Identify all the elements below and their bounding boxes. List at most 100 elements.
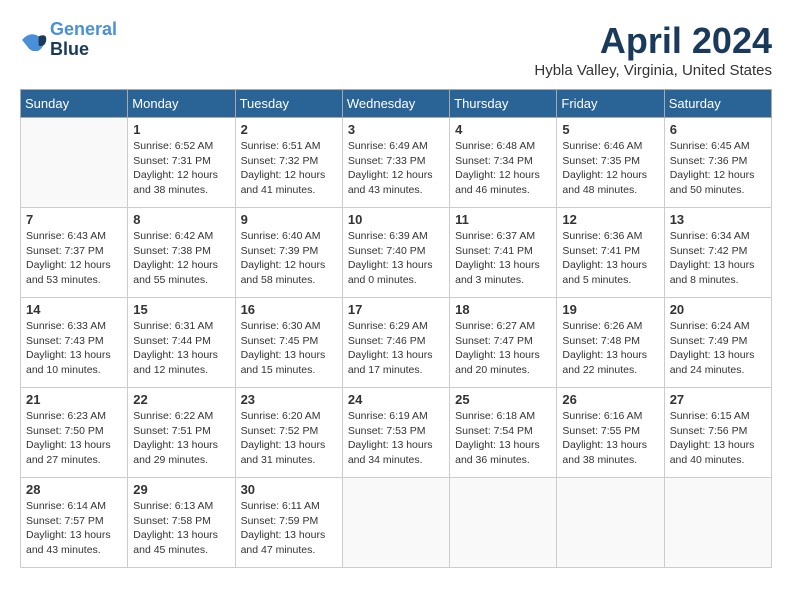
day-info: Sunrise: 6:37 AM Sunset: 7:41 PM Dayligh… (455, 229, 551, 288)
calendar-cell: 24 Sunrise: 6:19 AM Sunset: 7:53 PM Dayli… (342, 388, 449, 478)
day-number: 21 (26, 392, 122, 407)
logo-text: GeneralBlue (50, 20, 117, 60)
calendar-cell: 18 Sunrise: 6:27 AM Sunset: 7:47 PM Dayli… (450, 298, 557, 388)
day-number: 23 (241, 392, 337, 407)
day-header-saturday: Saturday (664, 90, 771, 118)
day-number: 11 (455, 212, 551, 227)
day-number: 29 (133, 482, 229, 497)
day-info: Sunrise: 6:52 AM Sunset: 7:31 PM Dayligh… (133, 139, 229, 198)
day-number: 6 (670, 122, 766, 137)
calendar-cell: 16Sunrise: 6:30 AM Sunset: 7:45 PM Dayli… (235, 298, 342, 388)
month-title: April 2024 (534, 20, 772, 62)
calendar-cell: 6Sunrise: 6:45 AM Sunset: 7:36 PM Daylig… (664, 118, 771, 208)
day-info: Sunrise: 6:39 AM Sunset: 7:40 PM Dayligh… (348, 229, 444, 288)
day-number: 22 (133, 392, 229, 407)
day-number: 8 (133, 212, 229, 227)
day-number: 25 (455, 392, 551, 407)
day-number: 19 (562, 302, 658, 317)
calendar-cell: 14 Sunrise: 6:33 AM Sunset: 7:43 PM Dayli… (21, 298, 128, 388)
day-info: Sunrise: 6:18 AM Sunset: 7:54 PM Dayligh… (455, 409, 551, 468)
day-info: Sunrise: 6:22 AM Sunset: 7:51 PM Dayligh… (133, 409, 229, 468)
location-title: Hybla Valley, Virginia, United States (534, 62, 772, 79)
day-header-wednesday: Wednesday (342, 90, 449, 118)
day-info: Sunrise: 6:11 AM Sunset: 7:59 PM Dayligh… (241, 499, 337, 558)
day-number: 15 (133, 302, 229, 317)
day-number: 20 (670, 302, 766, 317)
calendar-cell: 25 Sunrise: 6:18 AM Sunset: 7:54 PM Dayli… (450, 388, 557, 478)
calendar-cell: 17Sunrise: 6:29 AM Sunset: 7:46 PM Dayli… (342, 298, 449, 388)
calendar-cell (342, 478, 449, 568)
day-number: 16 (241, 302, 337, 317)
calendar-cell: 3 Sunrise: 6:49 AM Sunset: 7:33 PM Daylig… (342, 118, 449, 208)
logo: GeneralBlue (20, 20, 117, 60)
day-number: 13 (670, 212, 766, 227)
day-info: Sunrise: 6:31 AM Sunset: 7:44 PM Dayligh… (133, 319, 229, 378)
day-number: 24 (348, 392, 444, 407)
calendar-cell: 13 Sunrise: 6:34 AM Sunset: 7:42 PM Dayli… (664, 208, 771, 298)
calendar-cell: 7 Sunrise: 6:43 AM Sunset: 7:37 PM Daylig… (21, 208, 128, 298)
day-info: Sunrise: 6:40 AM Sunset: 7:39 PM Dayligh… (241, 229, 337, 288)
day-info: Sunrise: 6:16 AM Sunset: 7:55 PM Dayligh… (562, 409, 658, 468)
day-info: Sunrise: 6:49 AM Sunset: 7:33 PM Dayligh… (348, 139, 444, 198)
calendar-cell: 21 Sunrise: 6:23 AM Sunset: 7:50 PM Dayli… (21, 388, 128, 478)
day-number: 27 (670, 392, 766, 407)
calendar-cell: 11 Sunrise: 6:37 AM Sunset: 7:41 PM Dayli… (450, 208, 557, 298)
day-info: Sunrise: 6:33 AM Sunset: 7:43 PM Dayligh… (26, 319, 122, 378)
day-info: Sunrise: 6:36 AM Sunset: 7:41 PM Dayligh… (562, 229, 658, 288)
day-number: 17 (348, 302, 444, 317)
day-number: 9 (241, 212, 337, 227)
day-info: Sunrise: 6:34 AM Sunset: 7:42 PM Dayligh… (670, 229, 766, 288)
calendar-cell: 8 Sunrise: 6:42 AM Sunset: 7:38 PM Daylig… (128, 208, 235, 298)
day-number: 14 (26, 302, 122, 317)
day-header-friday: Friday (557, 90, 664, 118)
day-info: Sunrise: 6:13 AM Sunset: 7:58 PM Dayligh… (133, 499, 229, 558)
calendar-cell: 28 Sunrise: 6:14 AM Sunset: 7:57 PM Dayli… (21, 478, 128, 568)
calendar-cell (664, 478, 771, 568)
logo-icon (20, 29, 48, 51)
day-header-thursday: Thursday (450, 90, 557, 118)
day-info: Sunrise: 6:27 AM Sunset: 7:47 PM Dayligh… (455, 319, 551, 378)
day-info: Sunrise: 6:20 AM Sunset: 7:52 PM Dayligh… (241, 409, 337, 468)
calendar-cell: 2Sunrise: 6:51 AM Sunset: 7:32 PM Daylig… (235, 118, 342, 208)
calendar-cell: 5 Sunrise: 6:46 AM Sunset: 7:35 PM Daylig… (557, 118, 664, 208)
calendar-cell: 22 Sunrise: 6:22 AM Sunset: 7:51 PM Dayli… (128, 388, 235, 478)
day-info: Sunrise: 6:19 AM Sunset: 7:53 PM Dayligh… (348, 409, 444, 468)
day-info: Sunrise: 6:15 AM Sunset: 7:56 PM Dayligh… (670, 409, 766, 468)
day-number: 5 (562, 122, 658, 137)
day-number: 28 (26, 482, 122, 497)
calendar-cell: 15 Sunrise: 6:31 AM Sunset: 7:44 PM Dayli… (128, 298, 235, 388)
calendar-cell: 19 Sunrise: 6:26 AM Sunset: 7:48 PM Dayli… (557, 298, 664, 388)
day-info: Sunrise: 6:14 AM Sunset: 7:57 PM Dayligh… (26, 499, 122, 558)
calendar-cell: 27 Sunrise: 6:15 AM Sunset: 7:56 PM Dayli… (664, 388, 771, 478)
day-number: 10 (348, 212, 444, 227)
day-number: 30 (241, 482, 337, 497)
calendar-cell: 23 Sunrise: 6:20 AM Sunset: 7:52 PM Dayli… (235, 388, 342, 478)
day-header-sunday: Sunday (21, 90, 128, 118)
day-info: Sunrise: 6:43 AM Sunset: 7:37 PM Dayligh… (26, 229, 122, 288)
day-info: Sunrise: 6:42 AM Sunset: 7:38 PM Dayligh… (133, 229, 229, 288)
day-info: Sunrise: 6:23 AM Sunset: 7:50 PM Dayligh… (26, 409, 122, 468)
day-number: 7 (26, 212, 122, 227)
calendar-cell: 1 Sunrise: 6:52 AM Sunset: 7:31 PM Daylig… (128, 118, 235, 208)
calendar-cell: 29 Sunrise: 6:13 AM Sunset: 7:58 PM Dayli… (128, 478, 235, 568)
calendar-cell: 20Sunrise: 6:24 AM Sunset: 7:49 PM Dayli… (664, 298, 771, 388)
page-header: GeneralBlue April 2024 Hybla Valley, Vir… (20, 20, 772, 79)
title-block: April 2024 Hybla Valley, Virginia, Unite… (534, 20, 772, 79)
calendar-cell: 9 Sunrise: 6:40 AM Sunset: 7:39 PM Daylig… (235, 208, 342, 298)
calendar-cell (450, 478, 557, 568)
day-header-monday: Monday (128, 90, 235, 118)
day-number: 1 (133, 122, 229, 137)
calendar-table: SundayMondayTuesdayWednesdayThursdayFrid… (20, 89, 772, 568)
day-info: Sunrise: 6:48 AM Sunset: 7:34 PM Dayligh… (455, 139, 551, 198)
day-number: 3 (348, 122, 444, 137)
calendar-cell (21, 118, 128, 208)
day-info: Sunrise: 6:26 AM Sunset: 7:48 PM Dayligh… (562, 319, 658, 378)
day-number: 26 (562, 392, 658, 407)
calendar-cell (557, 478, 664, 568)
day-number: 12 (562, 212, 658, 227)
day-number: 18 (455, 302, 551, 317)
calendar-cell: 26 Sunrise: 6:16 AM Sunset: 7:55 PM Dayli… (557, 388, 664, 478)
day-info: Sunrise: 6:46 AM Sunset: 7:35 PM Dayligh… (562, 139, 658, 198)
day-header-tuesday: Tuesday (235, 90, 342, 118)
calendar-cell: 30 Sunrise: 6:11 AM Sunset: 7:59 PM Dayli… (235, 478, 342, 568)
